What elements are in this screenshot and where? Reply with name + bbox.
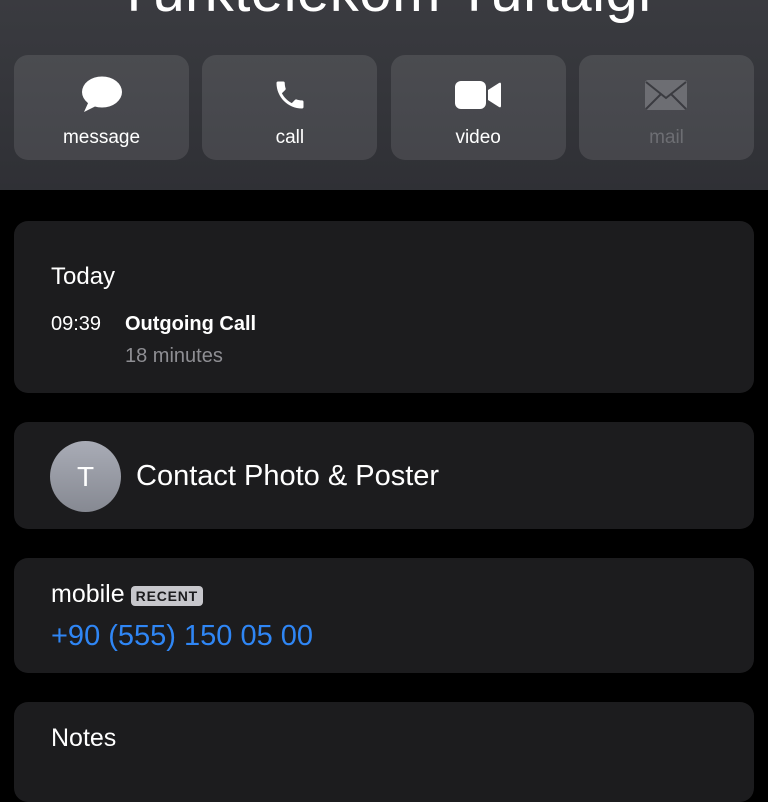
- history-duration: 18 minutes: [125, 345, 223, 367]
- notes-card[interactable]: Notes: [14, 702, 754, 802]
- mail-label: mail: [649, 127, 684, 148]
- phone-icon: [272, 75, 308, 115]
- message-button[interactable]: message: [14, 55, 189, 160]
- history-day: Today: [51, 263, 116, 290]
- mail-button[interactable]: mail: [578, 55, 754, 160]
- phone-label-row: mobile RECENT: [51, 580, 204, 609]
- video-label: video: [455, 127, 501, 148]
- call-history-card: Today 09:39 Outgoing Call 18 minutes: [14, 221, 754, 393]
- quick-actions: message call video mail: [14, 55, 754, 160]
- phone-number-link[interactable]: +90 (555) 150 05 00: [51, 620, 313, 653]
- phone-card: mobile RECENT +90 (555) 150 05 00: [14, 558, 754, 673]
- video-camera-icon: [455, 75, 502, 115]
- phone-type-label: mobile: [51, 580, 125, 608]
- contact-photo-poster-label: Contact Photo & Poster: [136, 460, 440, 492]
- history-call-type: Outgoing Call: [125, 313, 257, 335]
- history-time: 09:39: [51, 313, 102, 335]
- avatar-initial: T: [76, 460, 95, 492]
- message-bubble-icon: [81, 75, 123, 115]
- contact-header: Türktelekom Turtalgi message call: [0, 0, 768, 190]
- message-label: message: [62, 127, 141, 148]
- notes-label: Notes: [51, 724, 117, 752]
- contact-name: Türktelekom Turtalgi: [0, 0, 768, 25]
- avatar: T: [50, 441, 121, 512]
- call-button[interactable]: call: [202, 55, 378, 160]
- video-button[interactable]: video: [390, 55, 566, 160]
- call-label: call: [275, 127, 305, 148]
- envelope-icon: [644, 75, 688, 115]
- contact-photo-poster-row[interactable]: T Contact Photo & Poster: [14, 422, 754, 529]
- recent-badge: RECENT: [130, 585, 204, 606]
